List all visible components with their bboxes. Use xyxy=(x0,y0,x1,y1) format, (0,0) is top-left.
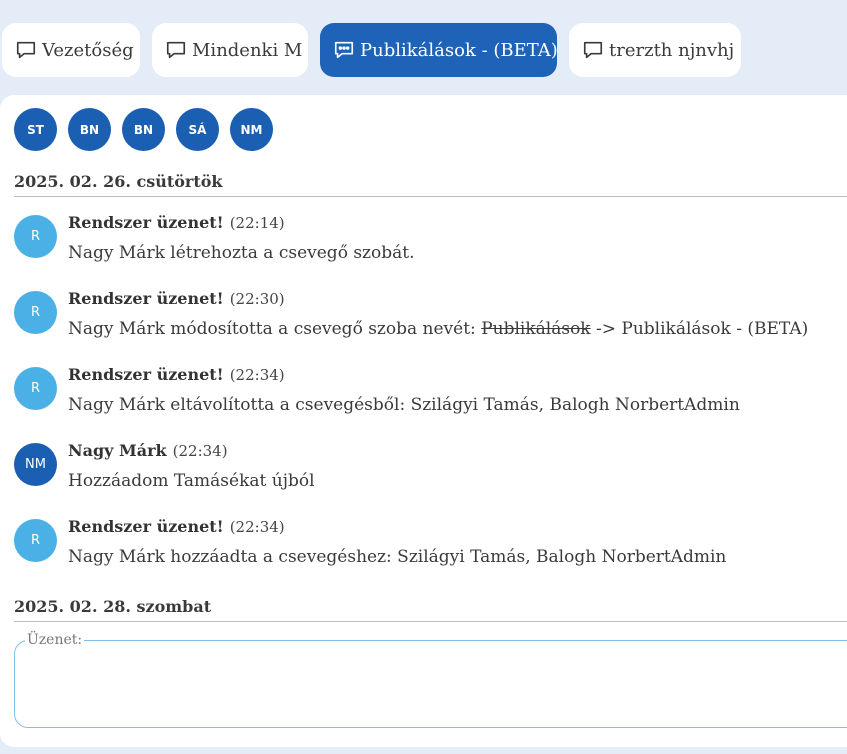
tab-label: Mindenki M xyxy=(192,39,303,61)
participant-avatar[interactable]: ST xyxy=(14,108,57,151)
participant-avatar[interactable]: SÁ xyxy=(176,108,219,151)
composer-label: Üzenet: xyxy=(25,632,85,648)
message-header: Rendszer üzenet! (22:34) xyxy=(68,517,285,536)
message-text-prefix: Nagy Márk módosította a csevegő szoba ne… xyxy=(68,319,482,339)
avatar: R xyxy=(14,291,57,334)
message-time: (22:34) xyxy=(172,442,228,460)
chat-message: NM Nagy Márk (22:34) Hozzáadom Tamásékat … xyxy=(14,441,844,505)
participant-avatar[interactable]: BN xyxy=(68,108,111,151)
sender-name: Rendszer üzenet! xyxy=(68,517,224,536)
tab-publikalasok[interactable]: Publikálások - (BETA) xyxy=(320,23,557,77)
chat-message: R Rendszer üzenet! (22:14) Nagy Márk létr… xyxy=(14,213,844,277)
message-time: (22:30) xyxy=(229,290,285,308)
date-separator: 2025. 02. 28. szombat xyxy=(14,597,847,622)
message-time: (22:34) xyxy=(229,518,285,536)
message-header: Nagy Márk (22:34) xyxy=(68,441,228,460)
avatar: R xyxy=(14,367,57,410)
chat-bubble-icon xyxy=(582,39,604,61)
message-header: Rendszer üzenet! (22:34) xyxy=(68,365,285,384)
message-text: Nagy Márk hozzáadta a csevegéshez: Szilá… xyxy=(68,547,727,567)
participant-list: ST BN BN SÁ NM xyxy=(14,108,284,151)
tab-label: trerzth njnvhj xyxy=(609,39,735,61)
chat-panel: ST BN BN SÁ NM 2025. 02. 26. csütörtök R… xyxy=(0,95,847,747)
message-text: Nagy Márk módosította a csevegő szoba ne… xyxy=(68,319,808,339)
message-composer[interactable]: Üzenet: xyxy=(14,632,847,728)
chat-bubble-dots-icon xyxy=(333,39,355,61)
sender-name: Rendszer üzenet! xyxy=(68,289,224,308)
message-text: Hozzáadom Tamásékat újból xyxy=(68,471,315,491)
tab-vezetoseg[interactable]: Vezetőség xyxy=(2,23,140,77)
message-header: Rendszer üzenet! (22:14) xyxy=(68,213,285,232)
chat-message: R Rendszer üzenet! (22:30) Nagy Márk módo… xyxy=(14,289,844,353)
message-input[interactable] xyxy=(23,653,843,719)
tab-trerzth[interactable]: trerzth njnvhj xyxy=(569,23,741,77)
date-separator: 2025. 02. 26. csütörtök xyxy=(14,172,847,197)
message-text: Nagy Márk létrehozta a csevegő szobát. xyxy=(68,243,415,263)
avatar: R xyxy=(14,215,57,258)
sender-name: Rendszer üzenet! xyxy=(68,213,224,232)
participant-avatar[interactable]: BN xyxy=(122,108,165,151)
chat-bubble-icon xyxy=(15,39,37,61)
chat-bubble-icon xyxy=(165,39,187,61)
tab-mindenki[interactable]: Mindenki M xyxy=(152,23,308,77)
tab-label: Publikálások - (BETA) xyxy=(360,39,557,61)
message-text-suffix: -> Publikálások - (BETA) xyxy=(590,319,809,339)
sender-name: Nagy Márk xyxy=(68,441,167,460)
tab-label: Vezetőség xyxy=(42,39,134,61)
chat-message: R Rendszer üzenet! (22:34) Nagy Márk hozz… xyxy=(14,517,844,581)
participant-avatar[interactable]: NM xyxy=(230,108,273,151)
message-time: (22:34) xyxy=(229,366,285,384)
sender-name: Rendszer üzenet! xyxy=(68,365,224,384)
message-text: Nagy Márk eltávolította a csevegésből: S… xyxy=(68,395,740,415)
avatar: R xyxy=(14,519,57,562)
chat-message: R Rendszer üzenet! (22:34) Nagy Márk eltá… xyxy=(14,365,844,429)
message-time: (22:14) xyxy=(229,214,285,232)
chat-room-tabs: Vezetőség Mindenki M Publikálások - (BET… xyxy=(0,23,847,77)
old-room-name: Publikálások xyxy=(481,319,591,339)
message-header: Rendszer üzenet! (22:30) xyxy=(68,289,285,308)
avatar: NM xyxy=(14,443,57,486)
